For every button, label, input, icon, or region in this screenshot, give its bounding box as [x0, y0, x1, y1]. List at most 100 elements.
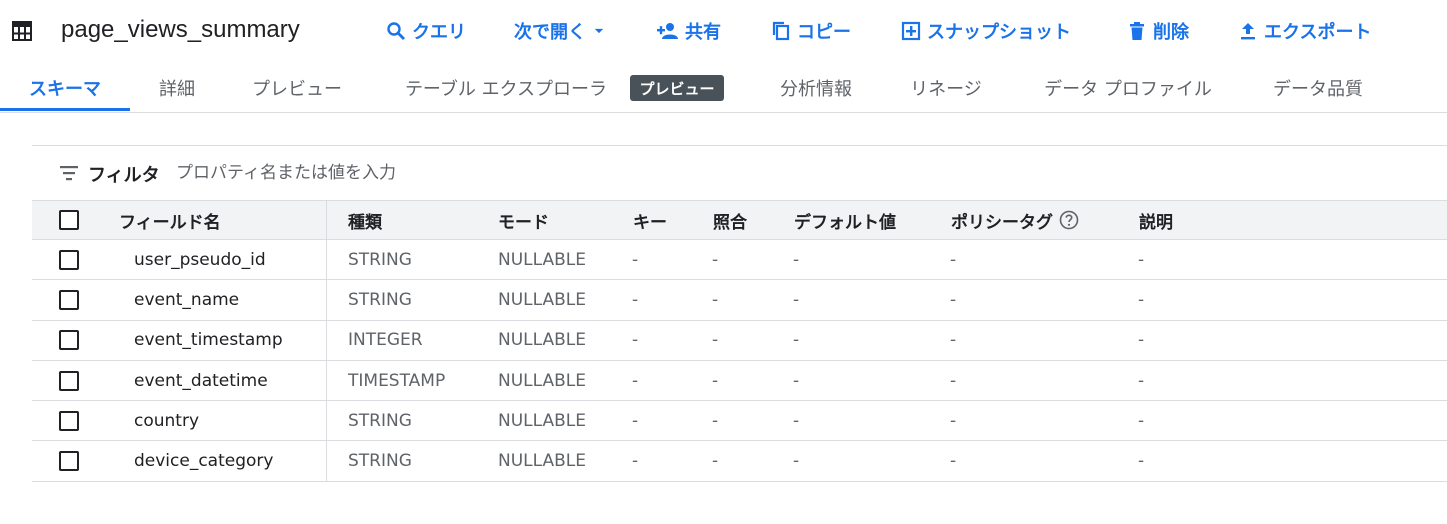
tab-preview[interactable]: プレビュー — [236, 62, 358, 113]
mode-cell: NULLABLE — [498, 249, 586, 270]
description-cell: - — [1138, 370, 1145, 391]
type-cell: STRING — [348, 289, 412, 310]
column-header-collation[interactable]: 照合 — [713, 201, 747, 239]
copy-button[interactable]: コピー — [771, 18, 851, 44]
column-header-mode[interactable]: モード — [498, 201, 549, 239]
copy-icon — [772, 21, 790, 41]
column-divider — [326, 200, 327, 482]
default-value-cell: - — [793, 370, 800, 391]
key-cell: - — [632, 451, 639, 472]
description-cell: - — [1138, 289, 1145, 310]
column-header-description[interactable]: 説明 — [1139, 201, 1173, 239]
delete-button[interactable]: 削除 — [1127, 18, 1189, 44]
row-checkbox[interactable] — [59, 370, 79, 391]
row-checkbox[interactable] — [59, 330, 79, 351]
chevron-down-icon — [594, 28, 604, 34]
filter-label: フィルタ — [88, 165, 160, 186]
field-name-cell: event_timestamp — [134, 330, 283, 351]
column-header-type[interactable]: 種類 — [348, 201, 382, 239]
description-cell: - — [1138, 410, 1145, 431]
tab-data-quality[interactable]: データ品質 — [1260, 62, 1376, 113]
table-row: device_category STRING NULLABLE - - - - … — [32, 441, 1447, 482]
description-cell: - — [1138, 249, 1145, 270]
trash-icon — [1130, 22, 1144, 40]
type-cell: TIMESTAMP — [348, 370, 446, 391]
table-row: event_name STRING NULLABLE - - - - - — [32, 280, 1447, 321]
collation-cell: - — [712, 289, 719, 310]
tab-lineage[interactable]: リネージ — [898, 62, 994, 113]
toolbar: page_views_summary クエリ 次で開く 共有 コピー スナップシ… — [0, 0, 1447, 62]
collation-cell: - — [712, 370, 719, 391]
type-cell: STRING — [348, 451, 412, 472]
mode-cell: NULLABLE — [498, 370, 586, 391]
row-checkbox[interactable] — [59, 451, 79, 472]
column-header-field-name[interactable]: フィールド名 — [119, 201, 221, 239]
policy-tag-cell: - — [950, 410, 957, 431]
table-row: user_pseudo_id STRING NULLABLE - - - - - — [32, 240, 1447, 281]
query-button[interactable]: クエリ — [386, 18, 466, 44]
default-value-cell: - — [793, 249, 800, 270]
column-header-policy-tag[interactable]: ポリシータグ — [951, 201, 1079, 239]
default-value-cell: - — [793, 451, 800, 472]
tab-insights[interactable]: 分析情報 — [768, 62, 864, 113]
collation-cell: - — [712, 410, 719, 431]
field-name-cell: event_datetime — [134, 370, 268, 391]
table-row: event_datetime TIMESTAMP NULLABLE - - - … — [32, 361, 1447, 402]
type-cell: STRING — [348, 410, 412, 431]
tab-schema[interactable]: スキーマ — [0, 62, 130, 113]
upload-icon — [1241, 23, 1255, 40]
tab-details[interactable]: 詳細 — [140, 62, 214, 113]
policy-tag-cell: - — [950, 289, 957, 310]
type-cell: STRING — [348, 249, 412, 270]
field-name-cell: device_category — [134, 451, 274, 472]
schema-table: フィールド名 種類 モード キー 照合 デフォルト値 ポリシータグ 説明 use… — [32, 200, 1447, 482]
key-cell: - — [632, 410, 639, 431]
field-name-cell: user_pseudo_id — [134, 249, 266, 270]
default-value-cell: - — [793, 410, 800, 431]
help-icon[interactable] — [1059, 210, 1079, 230]
key-cell: - — [632, 249, 639, 270]
default-value-cell: - — [793, 289, 800, 310]
snapshot-button[interactable]: スナップショット — [901, 18, 1071, 44]
field-name-cell: country — [134, 410, 200, 431]
key-cell: - — [632, 330, 639, 351]
tab-table-explorer[interactable]: テーブル エクスプローラ — [392, 62, 620, 113]
export-button[interactable]: エクスポート — [1238, 18, 1371, 44]
snapshot-icon — [901, 21, 921, 41]
table-row: country STRING NULLABLE - - - - - — [32, 401, 1447, 442]
column-header-key[interactable]: キー — [633, 201, 667, 239]
filter-divider — [32, 145, 1447, 146]
field-name-cell: event_name — [134, 289, 240, 310]
open-in-button[interactable]: 次で開く — [514, 18, 606, 44]
row-checkbox[interactable] — [59, 410, 79, 431]
filter-icon[interactable] — [60, 165, 78, 181]
active-tab-indicator — [0, 108, 130, 111]
policy-tag-cell: - — [950, 330, 957, 351]
table-row: event_timestamp INTEGER NULLABLE - - - -… — [32, 321, 1447, 361]
collation-cell: - — [712, 249, 719, 270]
mode-cell: NULLABLE — [498, 410, 586, 431]
row-checkbox[interactable] — [59, 249, 79, 270]
policy-tag-cell: - — [950, 249, 957, 270]
policy-tag-cell: - — [950, 451, 957, 472]
key-cell: - — [632, 370, 639, 391]
default-value-cell: - — [793, 330, 800, 351]
filter-input[interactable] — [176, 160, 776, 186]
table-icon — [12, 21, 32, 41]
column-header-default-value[interactable]: デフォルト値 — [794, 201, 896, 239]
table-header-row: フィールド名 種類 モード キー 照合 デフォルト値 ポリシータグ 説明 — [32, 200, 1447, 240]
person-add-icon — [657, 23, 678, 39]
description-cell: - — [1138, 330, 1145, 351]
collation-cell: - — [712, 451, 719, 472]
row-checkbox[interactable] — [59, 289, 79, 310]
page-title: page_views_summary — [61, 16, 300, 43]
type-cell: INTEGER — [348, 330, 423, 351]
collation-cell: - — [712, 330, 719, 351]
share-button[interactable]: 共有 — [657, 18, 721, 44]
select-all-checkbox[interactable] — [59, 210, 79, 230]
mode-cell: NULLABLE — [498, 330, 586, 351]
preview-badge: プレビュー — [630, 75, 724, 101]
key-cell: - — [632, 289, 639, 310]
policy-tag-cell: - — [950, 370, 957, 391]
tab-data-profile[interactable]: データ プロファイル — [1030, 62, 1226, 113]
